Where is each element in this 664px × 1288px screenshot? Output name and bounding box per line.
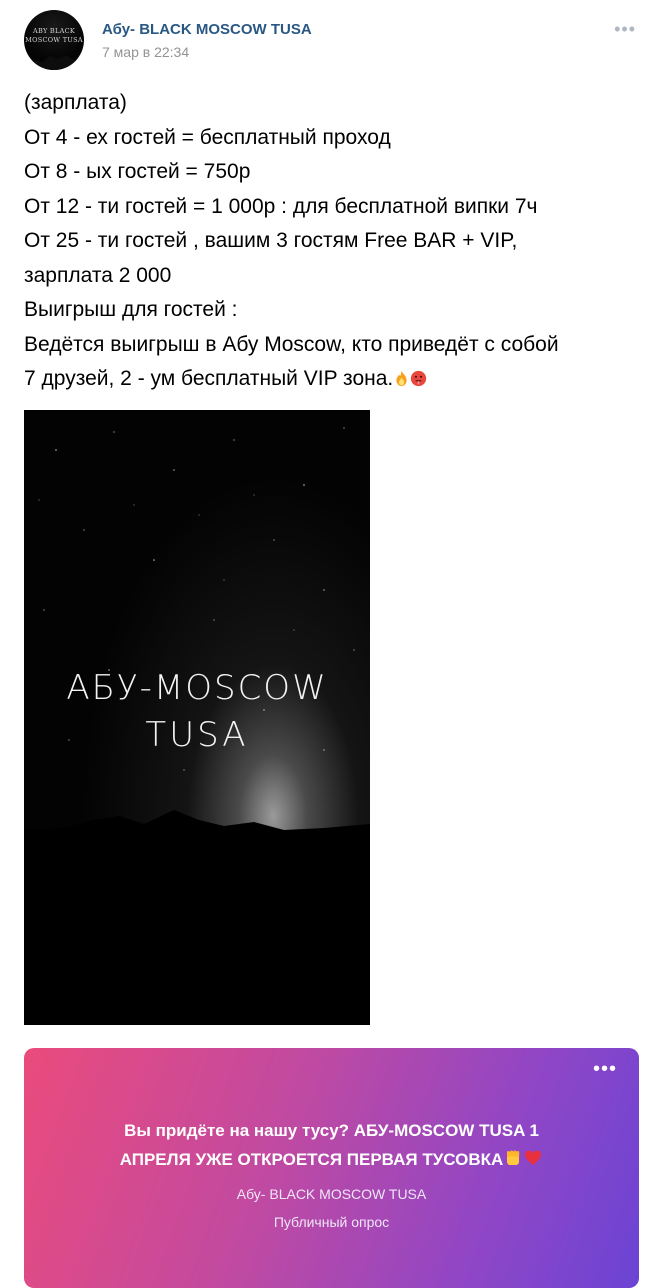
poll-type: Публичный опрос [273,1214,390,1230]
post-date[interactable]: 7 мар в 22:34 [102,44,189,60]
post-text-last-line: 7 друзей, 2 - ум бесплатный VIP зона. [24,362,644,397]
post-text-line: От 8 - ых гостей = 750р [24,160,251,183]
post-text-line: Ведётся выигрыш в Абу Moscow, кто привед… [24,332,559,356]
avatar-mountain-icon [24,55,84,70]
poll-question-line1: Вы придёте на нашу тусу? АБУ-MOSCOW TUSA… [124,1121,539,1140]
poll-question-line2: АПРЕЛЯ УЖЕ ОТКРОЕТСЯ ПЕРВАЯ ТУСОВКА [119,1150,504,1169]
post-more-button[interactable]: ••• [614,20,636,38]
poll-question: Вы придёте на нашу тусу? АБУ-MOSCOW TUSA… [54,1116,609,1174]
post-photo[interactable]: АБУ-MOSCOW TUSA [24,410,370,1025]
post-text-line: Выигрыш для гостей : [24,298,238,321]
post-text-line: 7 друзей, 2 - ум бесплатный VIP зона. [24,367,394,390]
poll-card[interactable]: ••• Вы придёте на нашу тусу? АБУ-MOSCOW … [24,1048,639,1288]
author-name-link[interactable]: Абу- BLACK MOSCOW TUSA [102,21,312,38]
red-heart-emoji-icon [525,1150,542,1165]
hot-face-emoji-icon [411,370,427,387]
poll-author: Абу- BLACK MOSCOW TUSA [236,1186,427,1202]
avatar[interactable]: ABY BLACK MOSCOW TUSA [24,10,84,70]
post-text-line: зарплата 2 000 [24,263,172,287]
avatar-logo-text: ABY BLACK MOSCOW TUSA [25,27,83,44]
post-text-line: От 25 - ти гостей , вашим 3 гостям Free … [24,229,518,252]
post-text: (зарплата) От 4 - ех гостей = бесплатный… [24,86,644,397]
photo-title-line2: TUSA [145,715,249,755]
raised-fist-emoji-icon [507,1150,520,1165]
post-text-line: От 4 - ех гостей = бесплатный проход [24,125,391,149]
post-text-line: (зарплата) [24,91,127,114]
photo-title-line1: АБУ-MOSCOW [66,668,328,708]
post-header: ABY BLACK MOSCOW TUSA Абу- BLACK MOSCOW … [24,10,640,72]
fire-emoji-icon [396,370,407,387]
poll-more-button[interactable]: ••• [593,1059,617,1079]
post-text-line: От 12 - ти гостей = 1 000р : для бесплат… [24,194,538,218]
